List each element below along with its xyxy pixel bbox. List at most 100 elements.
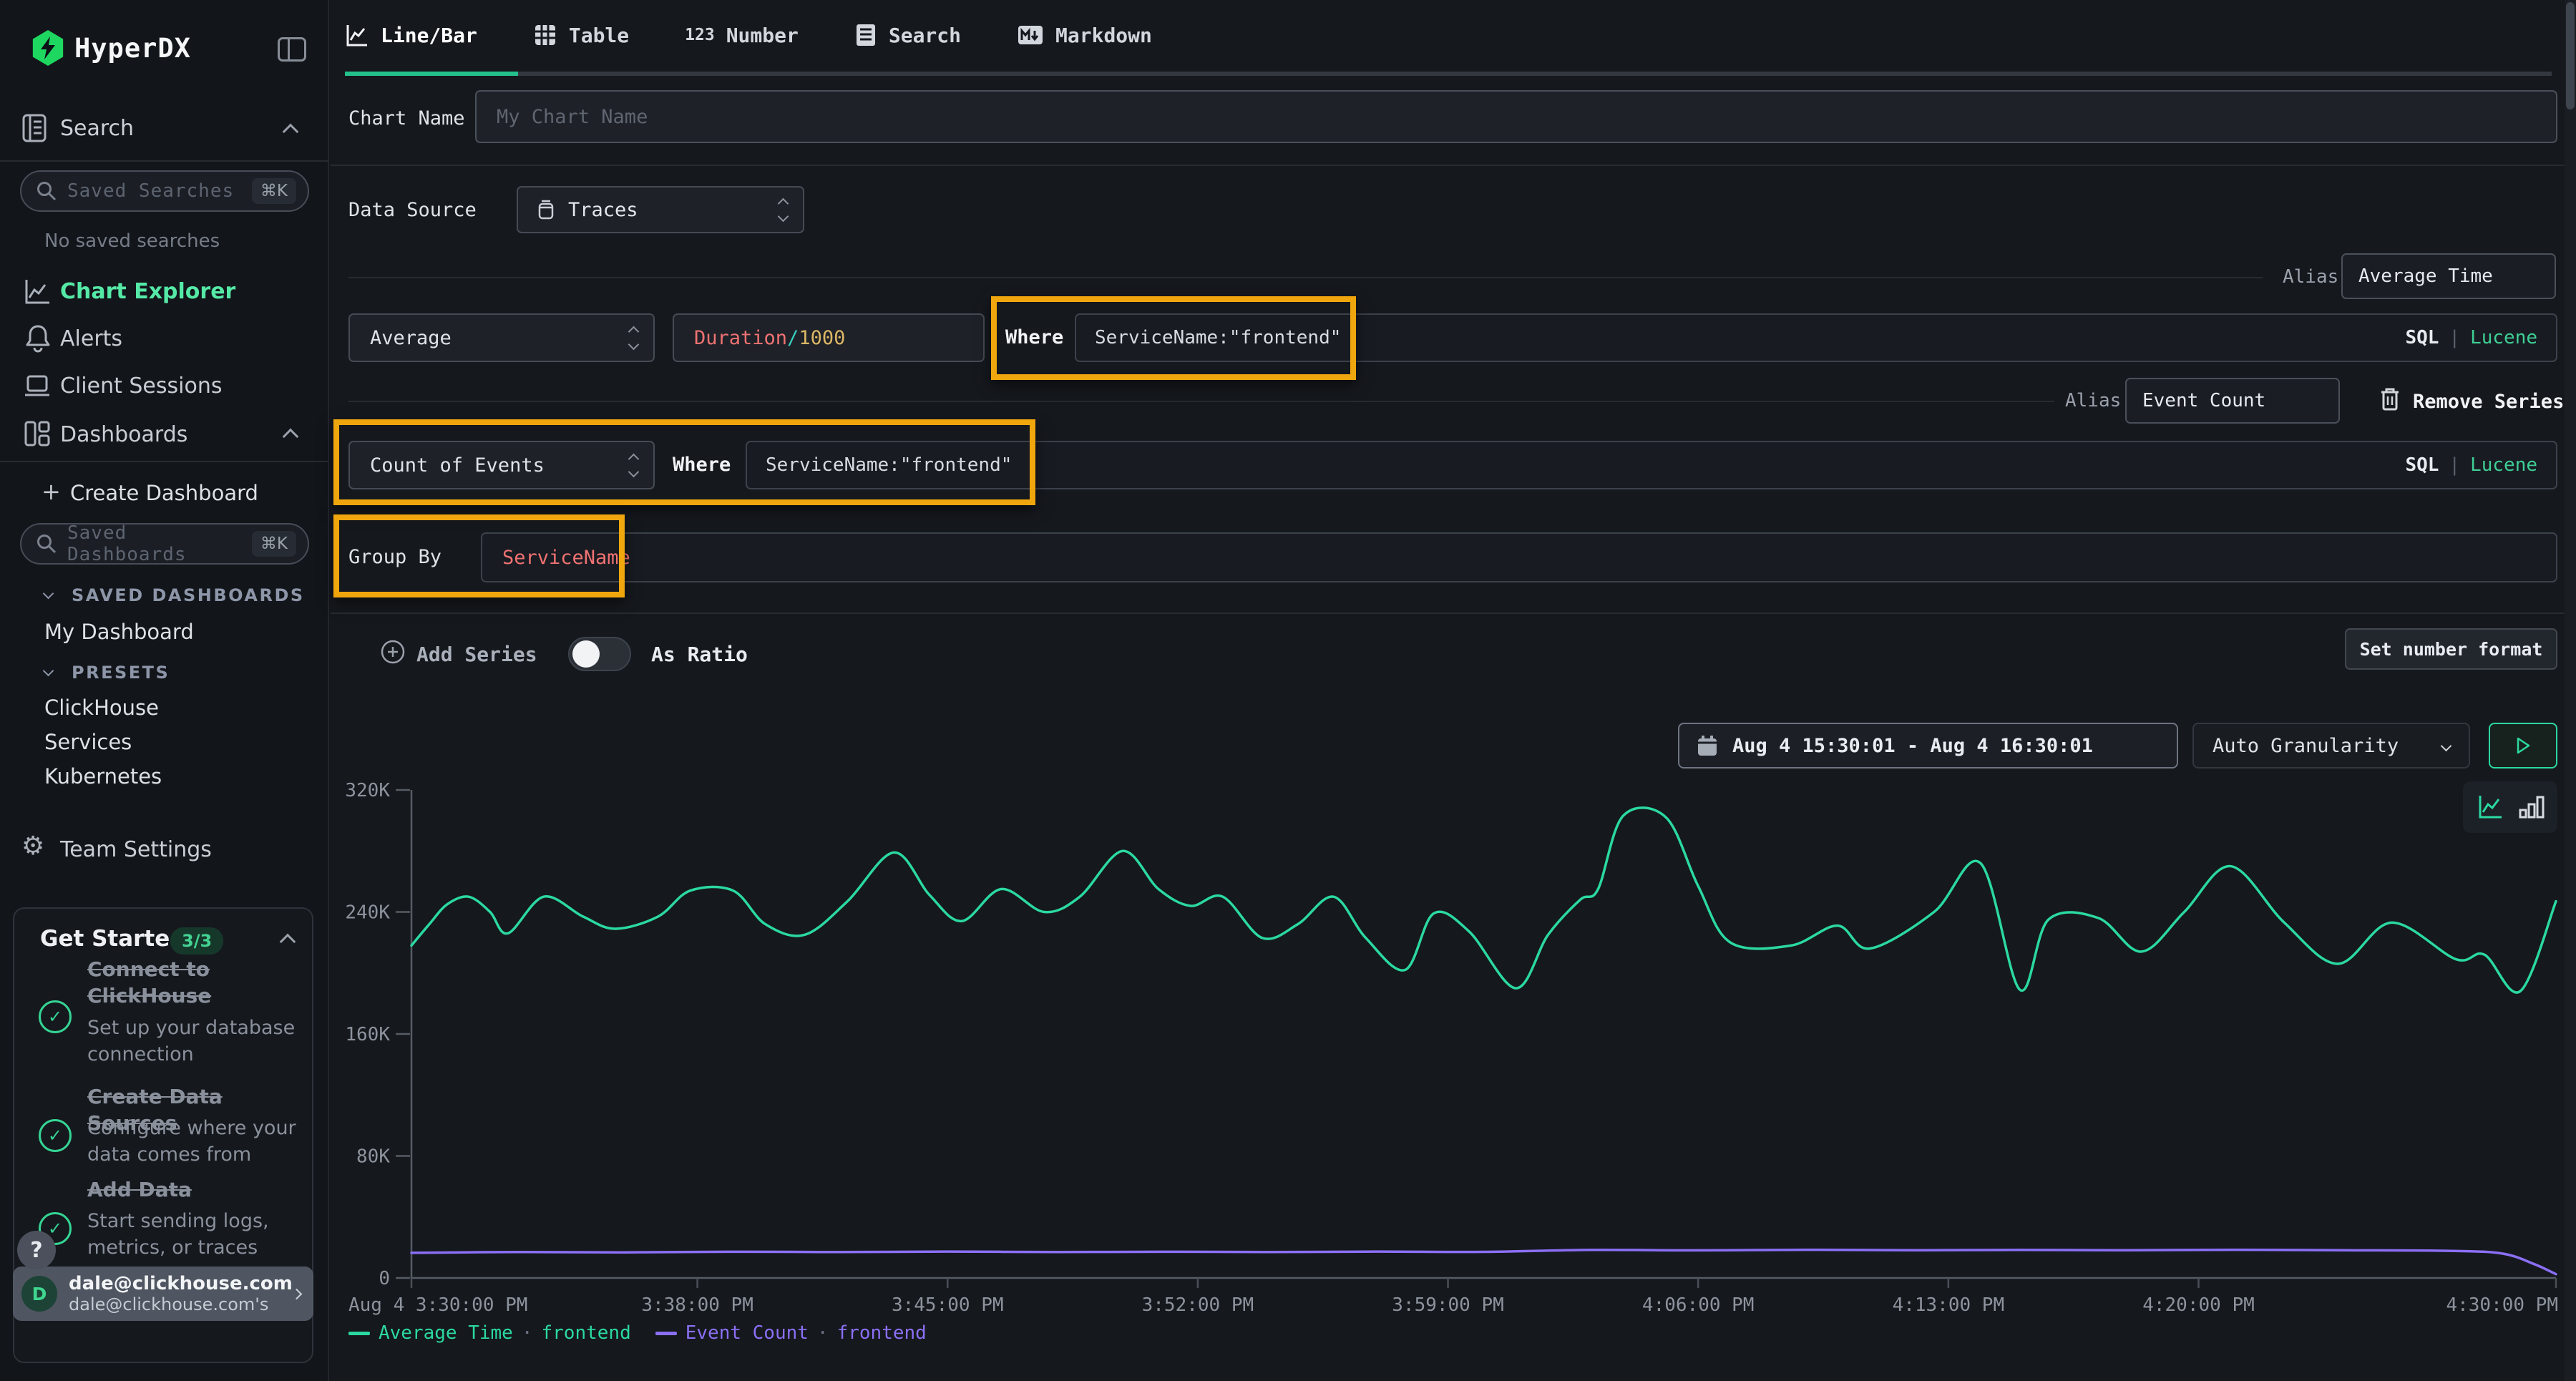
sidebar-item-my-dashboard[interactable]: My Dashboard: [44, 620, 194, 644]
time-range-picker[interactable]: Aug 4 15:30:01 - Aug 4 16:30:01: [1678, 723, 2178, 768]
alias-label: Alias: [2065, 390, 2121, 411]
series2-alias-value: Event Count: [2142, 390, 2265, 411]
select-chevrons-icon: [630, 328, 638, 348]
alias-label: Alias: [2283, 266, 2338, 288]
create-dashboard-button[interactable]: Create Dashboard: [70, 481, 258, 505]
series1-language-toggle[interactable]: SQL|Lucene: [2405, 327, 2537, 348]
sidebar-item-chart-explorer[interactable]: Chart Explorer: [60, 279, 235, 304]
toggle-knob: [572, 640, 600, 668]
sidebar-section-search[interactable]: Search: [60, 116, 134, 141]
tab-line-bar[interactable]: Line/Bar: [345, 23, 477, 47]
saved-dashboards-input[interactable]: Saved Dashboards ⌘K: [20, 523, 309, 565]
series2-language-toggle[interactable]: SQL|Lucene: [2405, 454, 2537, 476]
alerts-bell-icon: [24, 323, 52, 356]
sidebar-collapse-icon[interactable]: [278, 37, 306, 62]
chevron-down-icon[interactable]: [43, 588, 54, 600]
chevron-up-icon[interactable]: [283, 429, 299, 445]
play-icon: [2514, 736, 2532, 756]
get-started-item-desc: Start sending logs, metrics, or traces: [87, 1208, 302, 1261]
series2-alias-field[interactable]: Event Count: [2125, 378, 2340, 424]
123-icon: 123: [685, 26, 715, 44]
saved-dashboards-header[interactable]: SAVED DASHBOARDS: [72, 585, 305, 605]
document-list-icon: [854, 23, 877, 47]
granularity-select[interactable]: Auto Granularity: [2192, 723, 2470, 768]
get-started-item-desc: Configure where your data comes from: [87, 1115, 302, 1168]
remove-series-button[interactable]: Remove Series: [2413, 391, 2564, 413]
data-source-select[interactable]: Traces: [517, 186, 804, 233]
sidebar-item-services[interactable]: Services: [44, 730, 132, 754]
run-query-button[interactable]: [2489, 723, 2557, 768]
add-series-plus-icon[interactable]: [379, 638, 406, 668]
annotation-box-group-by: [333, 514, 625, 597]
chart-explorer-icon: [23, 278, 52, 309]
shortcut-badge: ⌘K: [252, 531, 296, 557]
series1-alias-field[interactable]: Average Time: [2341, 253, 2556, 299]
saved-searches-input[interactable]: Saved Searches ⌘K: [20, 170, 309, 212]
tab-number[interactable]: 123 Number: [685, 23, 799, 47]
database-icon: [537, 198, 555, 221]
tab-search[interactable]: Search: [854, 23, 961, 47]
sidebar: HyperDX Search Saved Searches ⌘K No save…: [0, 0, 329, 1381]
sidebar-item-clickhouse[interactable]: ClickHouse: [44, 696, 159, 720]
series1-expression-field[interactable]: Duration/1000: [673, 313, 985, 362]
add-series-button[interactable]: Add Series: [416, 643, 537, 666]
trash-icon[interactable]: [2379, 386, 2401, 415]
user-email: dale@clickhouse.com: [69, 1273, 293, 1294]
svg-text:4:30:00 PM: 4:30:00 PM: [2446, 1294, 2558, 1316]
sidebar-item-alerts[interactable]: Alerts: [60, 326, 122, 351]
legend-item-event-count[interactable]: Event Count · frontend: [655, 1322, 927, 1344]
expr-num: 1000: [799, 327, 845, 349]
annotation-box-count-of-events: [333, 419, 1035, 505]
legend-item-average-time[interactable]: Average Time · frontend: [348, 1322, 631, 1344]
sidebar-item-kubernetes[interactable]: Kubernetes: [44, 764, 162, 789]
legend-dash-icon: [348, 1332, 370, 1335]
dashboards-grid-icon: [23, 419, 52, 451]
svg-text:240K: 240K: [345, 902, 390, 924]
user-subtext: dale@clickhouse.com's: [69, 1294, 293, 1314]
chevron-down-icon[interactable]: [43, 665, 54, 677]
get-started-item-desc: Set up your database connection: [87, 1015, 302, 1068]
series1-aggregation-value: Average: [370, 327, 452, 349]
svg-text:3:45:00 PM: 3:45:00 PM: [892, 1294, 1004, 1316]
svg-text:3:59:00 PM: 3:59:00 PM: [1392, 1294, 1504, 1316]
sidebar-item-dashboards[interactable]: Dashboards: [60, 422, 187, 447]
chart-name-input[interactable]: [497, 106, 2536, 128]
saved-dashboards-placeholder: Saved Dashboards: [67, 522, 252, 565]
time-range-value: Aug 4 15:30:01 - Aug 4 16:30:01: [1732, 735, 2093, 757]
help-button[interactable]: ?: [17, 1231, 56, 1269]
client-sessions-laptop-icon: [23, 374, 52, 402]
chart-canvas[interactable]: 320K240K160K80K0Aug 4 3:30:00 PM3:38:00 …: [331, 773, 2576, 1317]
as-ratio-toggle[interactable]: [568, 637, 631, 671]
presets-header[interactable]: PRESETS: [72, 663, 170, 683]
tab-table[interactable]: Table: [533, 23, 629, 47]
user-menu[interactable]: D dale@clickhouse.com dale@clickhouse.co…: [13, 1267, 313, 1321]
scrollbar-thumb[interactable]: [2566, 2, 2575, 109]
gear-icon: ⚙: [21, 831, 44, 861]
shortcut-badge: ⌘K: [252, 178, 296, 204]
get-started-item-title[interactable]: Connect to ClickHouse: [87, 956, 302, 1009]
set-number-format-button[interactable]: Set number format: [2345, 628, 2557, 670]
chart-legend: Average Time · frontend Event Count · fr…: [348, 1322, 927, 1344]
sidebar-item-client-sessions[interactable]: Client Sessions: [60, 374, 222, 399]
svg-text:0: 0: [379, 1268, 390, 1289]
calendar-icon: [1697, 734, 1718, 757]
group-by-field[interactable]: ServiceName: [481, 532, 2557, 582]
series1-alias-value: Average Time: [2358, 265, 2493, 287]
avatar: D: [21, 1276, 57, 1312]
main-content: Line/Bar Table 123 Number Search Markdow…: [331, 0, 2576, 1381]
as-ratio-label: As Ratio: [651, 643, 748, 666]
svg-text:80K: 80K: [356, 1146, 390, 1168]
tab-markdown[interactable]: Markdown: [1017, 23, 1152, 47]
scrollbar[interactable]: [2565, 0, 2576, 1381]
svg-text:4:20:00 PM: 4:20:00 PM: [2142, 1294, 2255, 1316]
expr-op: /: [787, 327, 799, 349]
chevron-up-icon[interactable]: [283, 124, 299, 140]
get-started-progress-badge: 3/3: [170, 927, 223, 955]
granularity-value: Auto Granularity: [2212, 735, 2399, 757]
get-started-title: Get Started: [40, 926, 185, 952]
get-started-item-title[interactable]: Add Data: [87, 1176, 309, 1203]
chevron-up-icon[interactable]: [280, 934, 296, 950]
series1-aggregation-select[interactable]: Average: [348, 313, 655, 362]
chart-name-field[interactable]: [475, 90, 2557, 143]
sidebar-item-team-settings[interactable]: Team Settings: [60, 837, 212, 862]
